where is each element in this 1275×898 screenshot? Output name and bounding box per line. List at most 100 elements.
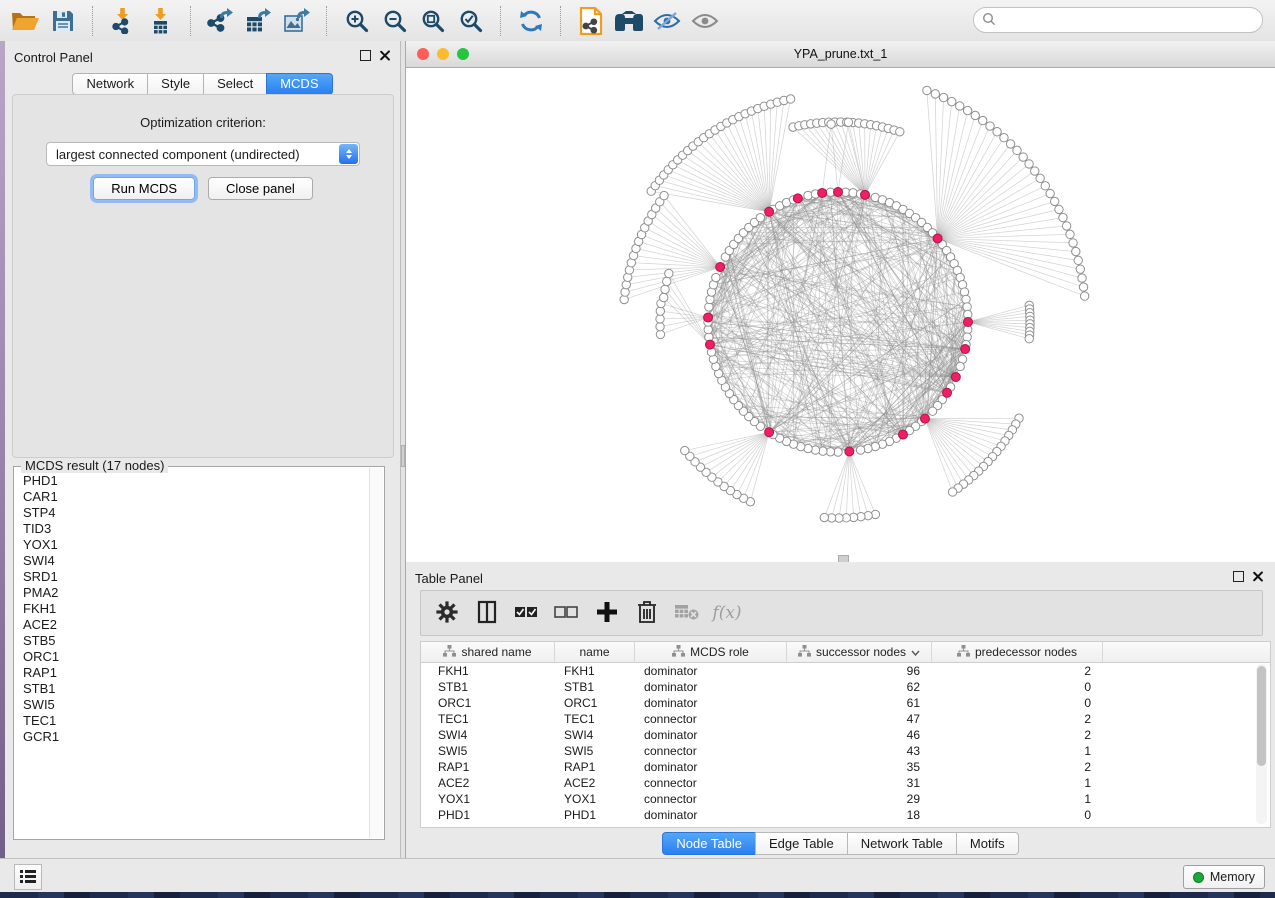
cell-name[interactable]: TEC1 (555, 712, 635, 726)
close-panel-icon[interactable] (1252, 571, 1263, 582)
close-panel-button[interactable]: Close panel (208, 177, 313, 200)
cell-shared-name[interactable]: YOX1 (421, 792, 555, 806)
cell-predecessor-nodes[interactable]: 1 (932, 792, 1103, 806)
show-columns-button[interactable] (469, 595, 505, 631)
mcds-result-item[interactable]: STP4 (23, 505, 370, 521)
mcds-result-item[interactable]: SWI5 (23, 697, 370, 713)
cell-name[interactable]: PHD1 (555, 808, 635, 822)
cell-name[interactable]: ACE2 (555, 776, 635, 790)
open-file-button[interactable] (6, 4, 44, 38)
mcds-result-item[interactable]: ORC1 (23, 649, 370, 665)
mcds-result-item[interactable]: PHD1 (23, 473, 370, 489)
criterion-select[interactable]: largest connected component (undirected) (46, 142, 360, 166)
cell-MCDS-role[interactable]: connector (635, 792, 787, 806)
cell-MCDS-role[interactable]: dominator (635, 680, 787, 694)
zoom-out-button[interactable] (376, 4, 414, 38)
cell-shared-name[interactable]: TEC1 (421, 712, 555, 726)
column-header-shared-name[interactable]: shared name (421, 642, 555, 662)
tab-style[interactable]: Style (147, 73, 203, 95)
tab-edge-table[interactable]: Edge Table (755, 832, 847, 855)
mcds-result-item[interactable]: RAP1 (23, 665, 370, 681)
table-row[interactable]: ORC1ORC1dominator610 (421, 695, 1270, 711)
cell-successor-nodes[interactable]: 96 (787, 664, 932, 678)
cell-successor-nodes[interactable]: 47 (787, 712, 932, 726)
column-header-successor-nodes[interactable]: successor nodes (787, 642, 932, 662)
cell-successor-nodes[interactable]: 43 (787, 744, 932, 758)
settings-gear-button[interactable] (429, 595, 465, 631)
cell-successor-nodes[interactable]: 31 (787, 776, 932, 790)
cell-shared-name[interactable]: SWI5 (421, 744, 555, 758)
tab-node-table[interactable]: Node Table (662, 832, 755, 855)
search-input[interactable] (1001, 12, 1262, 29)
cell-name[interactable]: FKH1 (555, 664, 635, 678)
export-image-button[interactable] (278, 4, 316, 38)
mcds-result-item[interactable]: PMA2 (23, 585, 370, 601)
zoom-selected-button[interactable] (452, 4, 490, 38)
network-graph[interactable] (406, 68, 1275, 562)
cell-predecessor-nodes[interactable]: 1 (932, 744, 1103, 758)
mcds-result-item[interactable]: SRD1 (23, 569, 370, 585)
cell-shared-name[interactable]: ORC1 (421, 696, 555, 710)
table-row[interactable]: TEC1TEC1connector472 (421, 711, 1270, 727)
cell-shared-name[interactable]: STB1 (421, 680, 555, 694)
cell-shared-name[interactable]: RAP1 (421, 760, 555, 774)
cell-name[interactable]: RAP1 (555, 760, 635, 774)
cell-successor-nodes[interactable]: 62 (787, 680, 932, 694)
cell-successor-nodes[interactable]: 46 (787, 728, 932, 742)
tab-network[interactable]: Network (72, 73, 147, 95)
cell-name[interactable]: YOX1 (555, 792, 635, 806)
mcds-result-item[interactable]: TID3 (23, 521, 370, 537)
table-scrollbar-thumb[interactable] (1257, 666, 1266, 766)
import-table-button[interactable] (142, 4, 180, 38)
cell-predecessor-nodes[interactable]: 2 (932, 664, 1103, 678)
cell-successor-nodes[interactable]: 18 (787, 808, 932, 822)
cell-MCDS-role[interactable]: dominator (635, 664, 787, 678)
cell-MCDS-role[interactable]: dominator (635, 728, 787, 742)
cell-predecessor-nodes[interactable]: 2 (932, 712, 1103, 726)
table-row[interactable]: YOX1YOX1connector291 (421, 791, 1270, 807)
cell-predecessor-nodes[interactable]: 0 (932, 680, 1103, 694)
cell-successor-nodes[interactable]: 29 (787, 792, 932, 806)
mcds-result-item[interactable]: SWI4 (23, 553, 370, 569)
memory-button[interactable]: Memory (1183, 865, 1265, 889)
save-session-button[interactable] (44, 4, 82, 38)
table-row[interactable]: FKH1FKH1dominator962 (421, 663, 1270, 679)
cell-shared-name[interactable]: ACE2 (421, 776, 555, 790)
float-panel-icon[interactable] (360, 50, 371, 61)
cell-predecessor-nodes[interactable]: 2 (932, 760, 1103, 774)
cell-MCDS-role[interactable]: connector (635, 776, 787, 790)
mcds-result-item[interactable]: GCR1 (23, 729, 370, 745)
cell-predecessor-nodes[interactable]: 0 (932, 696, 1103, 710)
hide-selected-button[interactable] (648, 4, 686, 38)
table-scrollbar[interactable] (1256, 664, 1267, 824)
mcds-result-item[interactable]: TEC1 (23, 713, 370, 729)
zoom-fit-button[interactable] (414, 4, 452, 38)
select-all-button[interactable] (509, 595, 545, 631)
share-document-button[interactable] (572, 4, 610, 38)
column-header-name[interactable]: name (555, 642, 635, 662)
cell-MCDS-role[interactable]: connector (635, 712, 787, 726)
tab-network-table[interactable]: Network Table (847, 832, 956, 855)
cell-MCDS-role[interactable]: dominator (635, 808, 787, 822)
mcds-result-item[interactable]: ACE2 (23, 617, 370, 633)
network-canvas[interactable] (406, 68, 1275, 562)
cell-MCDS-role[interactable]: dominator (635, 760, 787, 774)
cell-MCDS-role[interactable]: connector (635, 744, 787, 758)
cell-name[interactable]: ORC1 (555, 696, 635, 710)
delete-column-button[interactable] (629, 595, 665, 631)
tab-motifs[interactable]: Motifs (956, 832, 1019, 855)
cell-shared-name[interactable]: PHD1 (421, 808, 555, 822)
table-row[interactable]: SWI5SWI5connector431 (421, 743, 1270, 759)
add-column-button[interactable] (589, 595, 625, 631)
cell-successor-nodes[interactable]: 61 (787, 696, 932, 710)
tab-mcds[interactable]: MCDS (266, 73, 332, 95)
zoom-in-button[interactable] (338, 4, 376, 38)
mcds-result-item[interactable]: STB5 (23, 633, 370, 649)
run-mcds-button[interactable]: Run MCDS (93, 177, 195, 200)
float-panel-icon[interactable] (1233, 571, 1244, 582)
mcds-result-item[interactable]: CAR1 (23, 489, 370, 505)
export-table-button[interactable] (240, 4, 278, 38)
mcds-result-item[interactable]: FKH1 (23, 601, 370, 617)
close-panel-icon[interactable] (379, 50, 390, 61)
export-network-button[interactable] (202, 4, 240, 38)
